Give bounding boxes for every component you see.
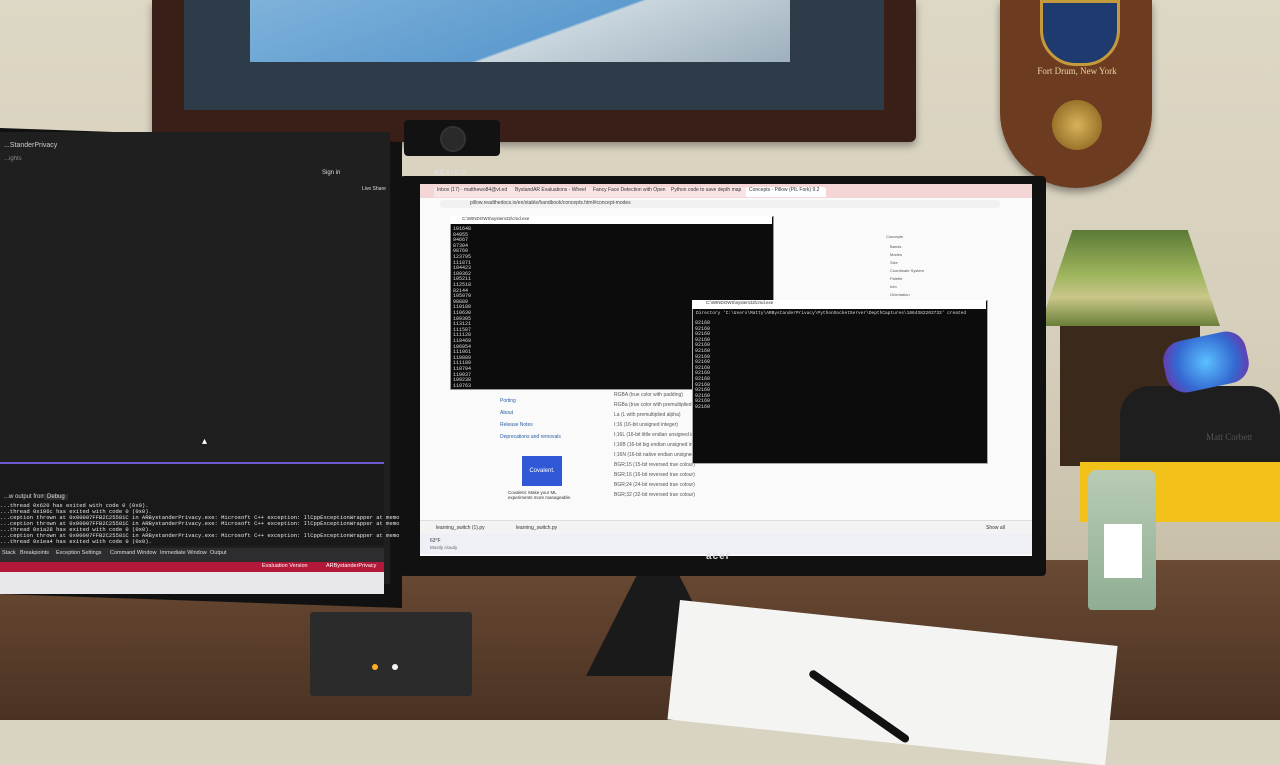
weather-desc[interactable]: Mostly cloudy [430, 545, 457, 550]
output-source-select[interactable]: Debug [44, 494, 68, 500]
tab-breakpoints[interactable]: Breakpoints [20, 550, 49, 556]
monitor-brand: acer [706, 551, 731, 562]
url-text[interactable]: pillow.readthedocs.io/en/stable/handbook… [470, 200, 631, 206]
toc-item[interactable]: Palette [890, 276, 902, 281]
vs-subtitle[interactable]: ...ights [4, 156, 22, 162]
terminal-line: 92160 [695, 404, 711, 410]
list-item: RGBA (true color with padding) [614, 392, 683, 398]
terminal-window-2[interactable]: 92160 92160 92160 92160 92160 92160 92160 92160… [692, 300, 988, 464]
kvm-switch [310, 612, 472, 696]
covalent-ad-text[interactable]: Covalent: Make your ML experiments more … [508, 490, 578, 500]
nav-about[interactable]: About [500, 410, 513, 416]
tab-exception-settings[interactable]: Exception Settings [56, 550, 102, 556]
browser-tab[interactable]: Inbox (17) - matthewo84@vt.ed [434, 187, 514, 197]
download-item[interactable]: learning_switch (1).py [436, 525, 485, 531]
covalent-ad-logo[interactable]: Covalent. [522, 456, 562, 486]
nav-porting[interactable]: Porting [500, 398, 516, 404]
list-item: BGR;24 (24-bit reversed true colour) [614, 482, 695, 488]
plaque-crest [1040, 0, 1120, 66]
list-item: La (L with premultiplied alpha) [614, 412, 681, 418]
project-name-label: ARBystanderPrivacy [326, 563, 377, 569]
tab-stack[interactable]: Stack [2, 550, 16, 556]
evaluation-version-label: Evaluation Version [262, 563, 308, 569]
sanitizer-label [1104, 524, 1142, 578]
nav-release-notes[interactable]: Release Notes [500, 422, 533, 428]
toc-item[interactable]: Size [890, 260, 898, 265]
list-item: BGR;16 (16-bit reversed true colour) [614, 472, 695, 478]
list-item: BGR;15 (15-bit reversed true colour) [614, 462, 695, 468]
debug-tabs: Stack Breakpoints Exception Settings Com… [0, 548, 384, 562]
toc-item[interactable]: Orientation [890, 292, 910, 297]
list-item: I;16 (16-bit unsigned integer) [614, 422, 678, 428]
framed-flag [250, 0, 790, 62]
output-from-label: ...w output from: [4, 494, 48, 500]
webcam-lens [440, 126, 466, 152]
browser-tab[interactable]: BystandAR Evaluations - Wheel [512, 187, 592, 197]
terminal-2-directory-line: Directory 'C:\Users\Matty\ARBystanderPri… [696, 311, 967, 316]
download-item[interactable]: learning_switch.py [516, 525, 557, 531]
show-all-button[interactable]: Show all [986, 525, 1005, 531]
left-taskbar [0, 572, 384, 594]
tab-output[interactable]: Output [210, 550, 227, 556]
plaque-text: Fort Drum, New York [1037, 66, 1117, 76]
kvm-led-white [392, 664, 398, 670]
tab-immediate-window[interactable]: Immediate Window [160, 550, 207, 556]
browser-tab[interactable]: Python code to save depth map [668, 187, 748, 197]
toc-item[interactable]: Coordinate System [890, 268, 924, 273]
output-line: ...thread 0x1ea4 has exited with code 0 … [0, 538, 152, 545]
nav-deprecations[interactable]: Deprecations and removals [500, 434, 561, 440]
terminal-1-title: C:\WINDOWS\system32\cmd.exe [462, 216, 530, 221]
toc-item[interactable]: Modes [890, 252, 902, 257]
tab-command-window[interactable]: Command Window [110, 550, 156, 556]
terminal-line: 110763 [453, 382, 472, 389]
modes-list: RGBA (true color with padding) RGBa (tru… [614, 392, 713, 502]
terminal-2-title: C:\WINDOWS\system32\cmd.exe [706, 300, 774, 305]
sign-in-button[interactable]: Sign in [322, 170, 340, 176]
weather-temp[interactable]: 63°F [430, 538, 441, 544]
plaque-medal [1052, 100, 1102, 150]
browser-tab-active[interactable]: Concepts - Pillow (PIL Fork) 9.2 [746, 187, 826, 197]
toc-item[interactable]: Bands [890, 244, 901, 249]
browser-tab[interactable]: Fancy Face Detection with Open [590, 187, 670, 197]
browser-tabbar: Inbox (17) - matthewo84@vt.ed BystandAR … [420, 184, 1032, 198]
toc-item[interactable]: Concepts [886, 234, 903, 239]
kvm-led-orange [372, 664, 378, 670]
vs-title: ...StanderPrivacy [4, 142, 58, 149]
bag-text: Matt Corbett [1206, 432, 1253, 442]
toc-item[interactable]: Info [890, 284, 897, 289]
downloads-bar: learning_switch (1).py learning_switch.p… [420, 520, 1032, 535]
mouse-cursor-icon: ▴ [202, 436, 208, 447]
live-share-button[interactable]: Live Share [362, 186, 386, 192]
list-item: BGR;32 (32-bit reversed true colour) [614, 492, 695, 498]
